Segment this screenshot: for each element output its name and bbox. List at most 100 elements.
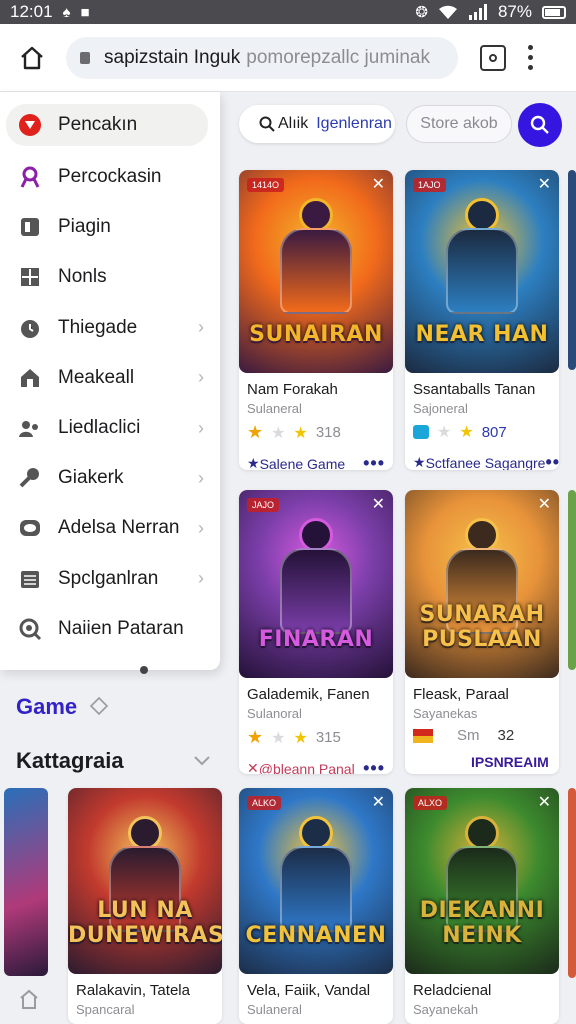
navigation-drawer: Pencakın Percockasin Piagin Nonls Thiegade › M… bbox=[0, 92, 220, 674]
battery-icon bbox=[542, 5, 566, 19]
section-title-text: Kattagraia bbox=[16, 748, 124, 773]
game-footer[interactable]: ★ Sctfanee Sagangre••• bbox=[405, 452, 559, 470]
game-rating: ★ ★ 807 bbox=[405, 422, 559, 442]
chevron-right-icon: › bbox=[198, 467, 204, 488]
section-title-text: Game bbox=[16, 694, 78, 719]
chevron-down-icon[interactable] bbox=[192, 753, 212, 767]
game-title: Reladcienal bbox=[413, 982, 492, 999]
chevron-right-icon: › bbox=[198, 317, 204, 338]
rating-count: 32 bbox=[497, 727, 515, 744]
game-card[interactable]: ALKO ✕ CENNANEN Vela, Faiik, Vandal Sulanera… bbox=[239, 788, 393, 1024]
close-icon[interactable]: ✕ bbox=[538, 494, 551, 514]
star-icon: ★ bbox=[293, 424, 308, 442]
wifi-icon bbox=[438, 5, 457, 19]
game-artwork[interactable]: ALXO ✕ DIEKANNI NEINK bbox=[405, 788, 559, 974]
peek-card bbox=[568, 490, 576, 670]
drawer-item-label: Nonls bbox=[58, 266, 107, 288]
game-footer[interactable]: ✕ @bleann Panal ••• bbox=[239, 758, 393, 774]
game-artwork[interactable]: ALKO ✕ CENNANEN bbox=[239, 788, 393, 974]
drawer-item[interactable]: Giakerk › bbox=[0, 453, 220, 503]
store-filter-button[interactable]: Store akob bbox=[406, 105, 512, 143]
eye-icon bbox=[18, 516, 42, 540]
game-logo: LUN NA DUNEWIRAS bbox=[68, 898, 222, 948]
drawer-item[interactable]: Meakeall › bbox=[0, 353, 220, 403]
game-artwork[interactable]: 1AJO ✕ NEAR HAN bbox=[405, 170, 559, 373]
drawer-item[interactable]: Liedlaclici › bbox=[0, 403, 220, 453]
close-icon[interactable]: ✕ bbox=[538, 792, 551, 812]
tab-switcher-button[interactable] bbox=[480, 44, 506, 71]
game-thumbnail[interactable] bbox=[4, 788, 48, 976]
search-input[interactable]: Alıik Igenlenran bbox=[239, 105, 395, 143]
chevron-right-icon: › bbox=[198, 517, 204, 538]
drawer-item-label: Adelsa Nerran bbox=[58, 517, 180, 539]
close-icon[interactable]: ✕ bbox=[538, 174, 551, 194]
game-title: Galademik, Fanen bbox=[247, 686, 370, 703]
rating-count: 315 bbox=[315, 729, 341, 746]
tabs-icon bbox=[489, 53, 497, 62]
drawer-item[interactable]: Thiegade › bbox=[0, 303, 220, 353]
section-title-game[interactable]: Game bbox=[16, 694, 109, 720]
game-logo: NEAR HAN bbox=[415, 322, 549, 347]
controller-icon bbox=[413, 425, 429, 439]
game-card[interactable]: JAJO ✕ FINARAN Galademik, Fanen Sulanoral ★ ★ ★… bbox=[239, 490, 393, 774]
home-icon[interactable] bbox=[18, 988, 40, 1010]
drawer-item[interactable]: Piagin bbox=[0, 202, 220, 252]
game-subtitle: Sayanekas bbox=[413, 706, 478, 721]
game-card[interactable]: 1AJO ✕ NEAR HAN Ssantaballs Tanan Sajoneral ★… bbox=[405, 170, 559, 470]
search-icon bbox=[259, 116, 275, 132]
close-icon[interactable]: ✕ bbox=[372, 174, 385, 194]
game-title: Ssantaballs Tanan bbox=[413, 381, 536, 398]
game-logo: CENNANEN bbox=[245, 923, 387, 948]
drawer-item-label: Liedlaclici bbox=[58, 417, 141, 439]
drawer-item[interactable]: Percockasin bbox=[0, 152, 220, 202]
game-artwork[interactable]: ✕ SUNARAH PUSLAAN bbox=[405, 490, 559, 678]
more-options-icon[interactable]: ••• bbox=[363, 453, 385, 470]
tag-icon bbox=[90, 696, 109, 716]
house-icon bbox=[18, 366, 42, 390]
close-icon[interactable]: ✕ bbox=[372, 494, 385, 514]
game-card[interactable]: ALXO ✕ DIEKANNI NEINK Reladcienal Sayanekah bbox=[405, 788, 559, 1024]
search-submit-button[interactable] bbox=[518, 103, 562, 147]
drawer-item[interactable]: Nonls bbox=[0, 252, 220, 302]
game-badge: 1AJO bbox=[413, 178, 446, 192]
battery-percent: 87% bbox=[497, 2, 532, 21]
rating-count: 807 bbox=[481, 423, 507, 441]
more-options-icon[interactable]: ••• bbox=[545, 452, 559, 470]
close-icon[interactable]: ✕ bbox=[372, 792, 385, 812]
game-card[interactable]: ✕ SUNARAH PUSLAAN Fleask, Paraal Sayanekas S… bbox=[405, 490, 559, 774]
url-bar[interactable]: sapizstain Inguk pomorepzallc juminak bbox=[66, 36, 458, 79]
game-logo: SUNAIRAN bbox=[249, 322, 383, 347]
hero-figure bbox=[276, 816, 356, 936]
game-card[interactable]: 1414O ✕ SUNAIRAN Nam Forakah Sulaneral ★ ★ ★ 318… bbox=[239, 170, 393, 470]
drawer-item-label: Pencakın bbox=[58, 114, 138, 135]
game-artwork[interactable]: LUN NA DUNEWIRAS bbox=[68, 788, 222, 974]
drawer-item-label: Giakerk bbox=[58, 467, 124, 489]
section-title-category[interactable]: Kattagraia bbox=[16, 748, 124, 774]
game-artwork[interactable]: JAJO ✕ FINARAN bbox=[239, 490, 393, 678]
game-card[interactable]: LUN NA DUNEWIRAS Ralakavin, Tatela Spancar… bbox=[68, 788, 222, 1024]
drawer-item-label: Spclganlran bbox=[58, 567, 159, 589]
drawer-item[interactable]: Naiien Pataran bbox=[0, 604, 220, 654]
flag-icon bbox=[413, 728, 433, 743]
overflow-menu-button[interactable] bbox=[528, 45, 533, 70]
game-artwork[interactable]: 1414O ✕ SUNAIRAN bbox=[239, 170, 393, 373]
game-logo: SUNARAH PUSLAAN bbox=[419, 602, 545, 652]
game-footer[interactable]: ★ Salene Game ••• bbox=[239, 453, 393, 470]
home-button[interactable] bbox=[14, 40, 50, 76]
search-prefix: Alıik bbox=[278, 115, 309, 132]
publisher-label: Sctfanee Sagangre bbox=[425, 454, 546, 471]
status-bar: 12:01 ♠ ■ ❂ 87% bbox=[0, 0, 576, 24]
more-options-icon[interactable]: ••• bbox=[363, 758, 385, 774]
game-footer[interactable]: IPSNREAIM bbox=[405, 754, 559, 770]
star-icon: ★ bbox=[271, 729, 286, 747]
game-subtitle: Spancaral bbox=[76, 1002, 135, 1017]
drawer-item[interactable]: Pencakın bbox=[6, 104, 208, 146]
publisher-label: IPSNREAIM bbox=[471, 754, 549, 770]
star-icon: ★ bbox=[247, 727, 264, 747]
drawer-item[interactable]: Spclganlran › bbox=[0, 554, 220, 604]
game-badge: 1414O bbox=[247, 178, 285, 192]
hero-figure bbox=[442, 198, 522, 318]
search-icon bbox=[530, 115, 549, 134]
drawer-item-label: Meakeall bbox=[58, 366, 135, 388]
drawer-item[interactable]: Adelsa Nerran › bbox=[0, 503, 220, 553]
